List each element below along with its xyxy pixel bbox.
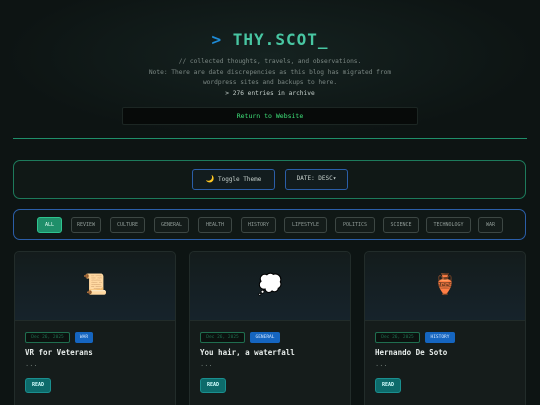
date-sort-label: DATE: DESC [296, 175, 333, 182]
card-thumbnail: 🏺 [365, 252, 525, 321]
post-excerpt: ... [25, 360, 38, 368]
post-excerpt: ... [375, 360, 388, 368]
filter-politics[interactable]: POLITICS [335, 217, 375, 233]
scroll-icon: 📜 [82, 272, 108, 296]
site-logo: > THY.SCOT_ [0, 30, 540, 49]
post-title[interactable]: VR for Veterans [25, 348, 93, 357]
toggle-theme-label: Toggle Theme [217, 176, 262, 183]
site-name: THY.SCOT [232, 30, 318, 49]
cursor-symbol: _ [317, 30, 329, 49]
read-button[interactable]: READ [200, 378, 226, 393]
migration-note-line-1: Note: There are date discrepencies as th… [148, 68, 392, 76]
post-excerpt: ... [200, 360, 213, 368]
filter-lifestyle[interactable]: LIFESTYLE [284, 217, 327, 233]
return-to-website-button[interactable]: Return to Website [122, 107, 418, 125]
card-thumbnail: 📜 [15, 252, 175, 321]
chevron-down-icon: ▾ [332, 175, 337, 182]
prompt-symbol: > [211, 30, 223, 49]
header-divider [13, 138, 527, 139]
read-button[interactable]: READ [25, 378, 51, 393]
site-intro: // collected thoughts, travels, and obse… [0, 57, 540, 89]
thought-bubble-icon: 💭 [257, 272, 283, 296]
entry-count: > 276 entries in archive [225, 90, 315, 97]
card-thumbnail: 💭 [190, 252, 350, 321]
post-date: Dec 26, 2025 [375, 332, 420, 343]
toggle-theme-button[interactable]: 🌙 Toggle Theme [192, 169, 275, 190]
post-card[interactable]: 🏺 Dec 26, 2025 HISTORY Hernando De Soto … [364, 251, 526, 405]
filter-health[interactable]: HEALTH [198, 217, 232, 233]
category-filter-bar: ALL REVIEW CULTURE GENERAL HEALTH HISTOR… [13, 209, 526, 240]
date-sort-select[interactable]: DATE: DESC▾ [285, 169, 348, 190]
filter-all[interactable]: ALL [37, 217, 62, 233]
read-button[interactable]: READ [375, 378, 401, 393]
post-title[interactable]: Hernando De Soto [375, 348, 447, 357]
category-badge: HISTORY [425, 332, 455, 343]
moon-icon: 🌙 [205, 175, 215, 183]
tagline: // collected thoughts, travels, and obse… [178, 58, 362, 65]
post-card[interactable]: 📜 Dec 26, 2025 WAR VR for Veterans ... R… [14, 251, 176, 405]
filter-general[interactable]: GENERAL [154, 217, 189, 233]
post-date: Dec 26, 2025 [200, 332, 245, 343]
blog-archive-page: > THY.SCOT_ // collected thoughts, trave… [0, 0, 540, 405]
filter-review[interactable]: REVIEW [71, 217, 101, 233]
filter-science[interactable]: SCIENCE [383, 217, 419, 233]
category-badge: GENERAL [250, 332, 280, 343]
site-header: > THY.SCOT_ // collected thoughts, trave… [0, 0, 540, 140]
filter-culture[interactable]: CULTURE [110, 217, 145, 233]
controls-panel: 🌙 Toggle Theme DATE: DESC▾ [13, 160, 526, 199]
amphora-icon: 🏺 [432, 272, 458, 296]
filter-technology[interactable]: TECHNOLOGY [426, 217, 471, 233]
post-card[interactable]: 💭 Dec 26, 2025 GENERAL You hair, a water… [189, 251, 351, 405]
migration-note-line-2: wordpress sites and backups to here. [202, 79, 338, 86]
post-date: Dec 26, 2025 [25, 332, 70, 343]
category-badge: WAR [75, 332, 93, 343]
filter-history[interactable]: HISTORY [241, 217, 276, 233]
filter-war[interactable]: WAR [478, 217, 503, 233]
post-title[interactable]: You hair, a waterfall [200, 348, 295, 357]
